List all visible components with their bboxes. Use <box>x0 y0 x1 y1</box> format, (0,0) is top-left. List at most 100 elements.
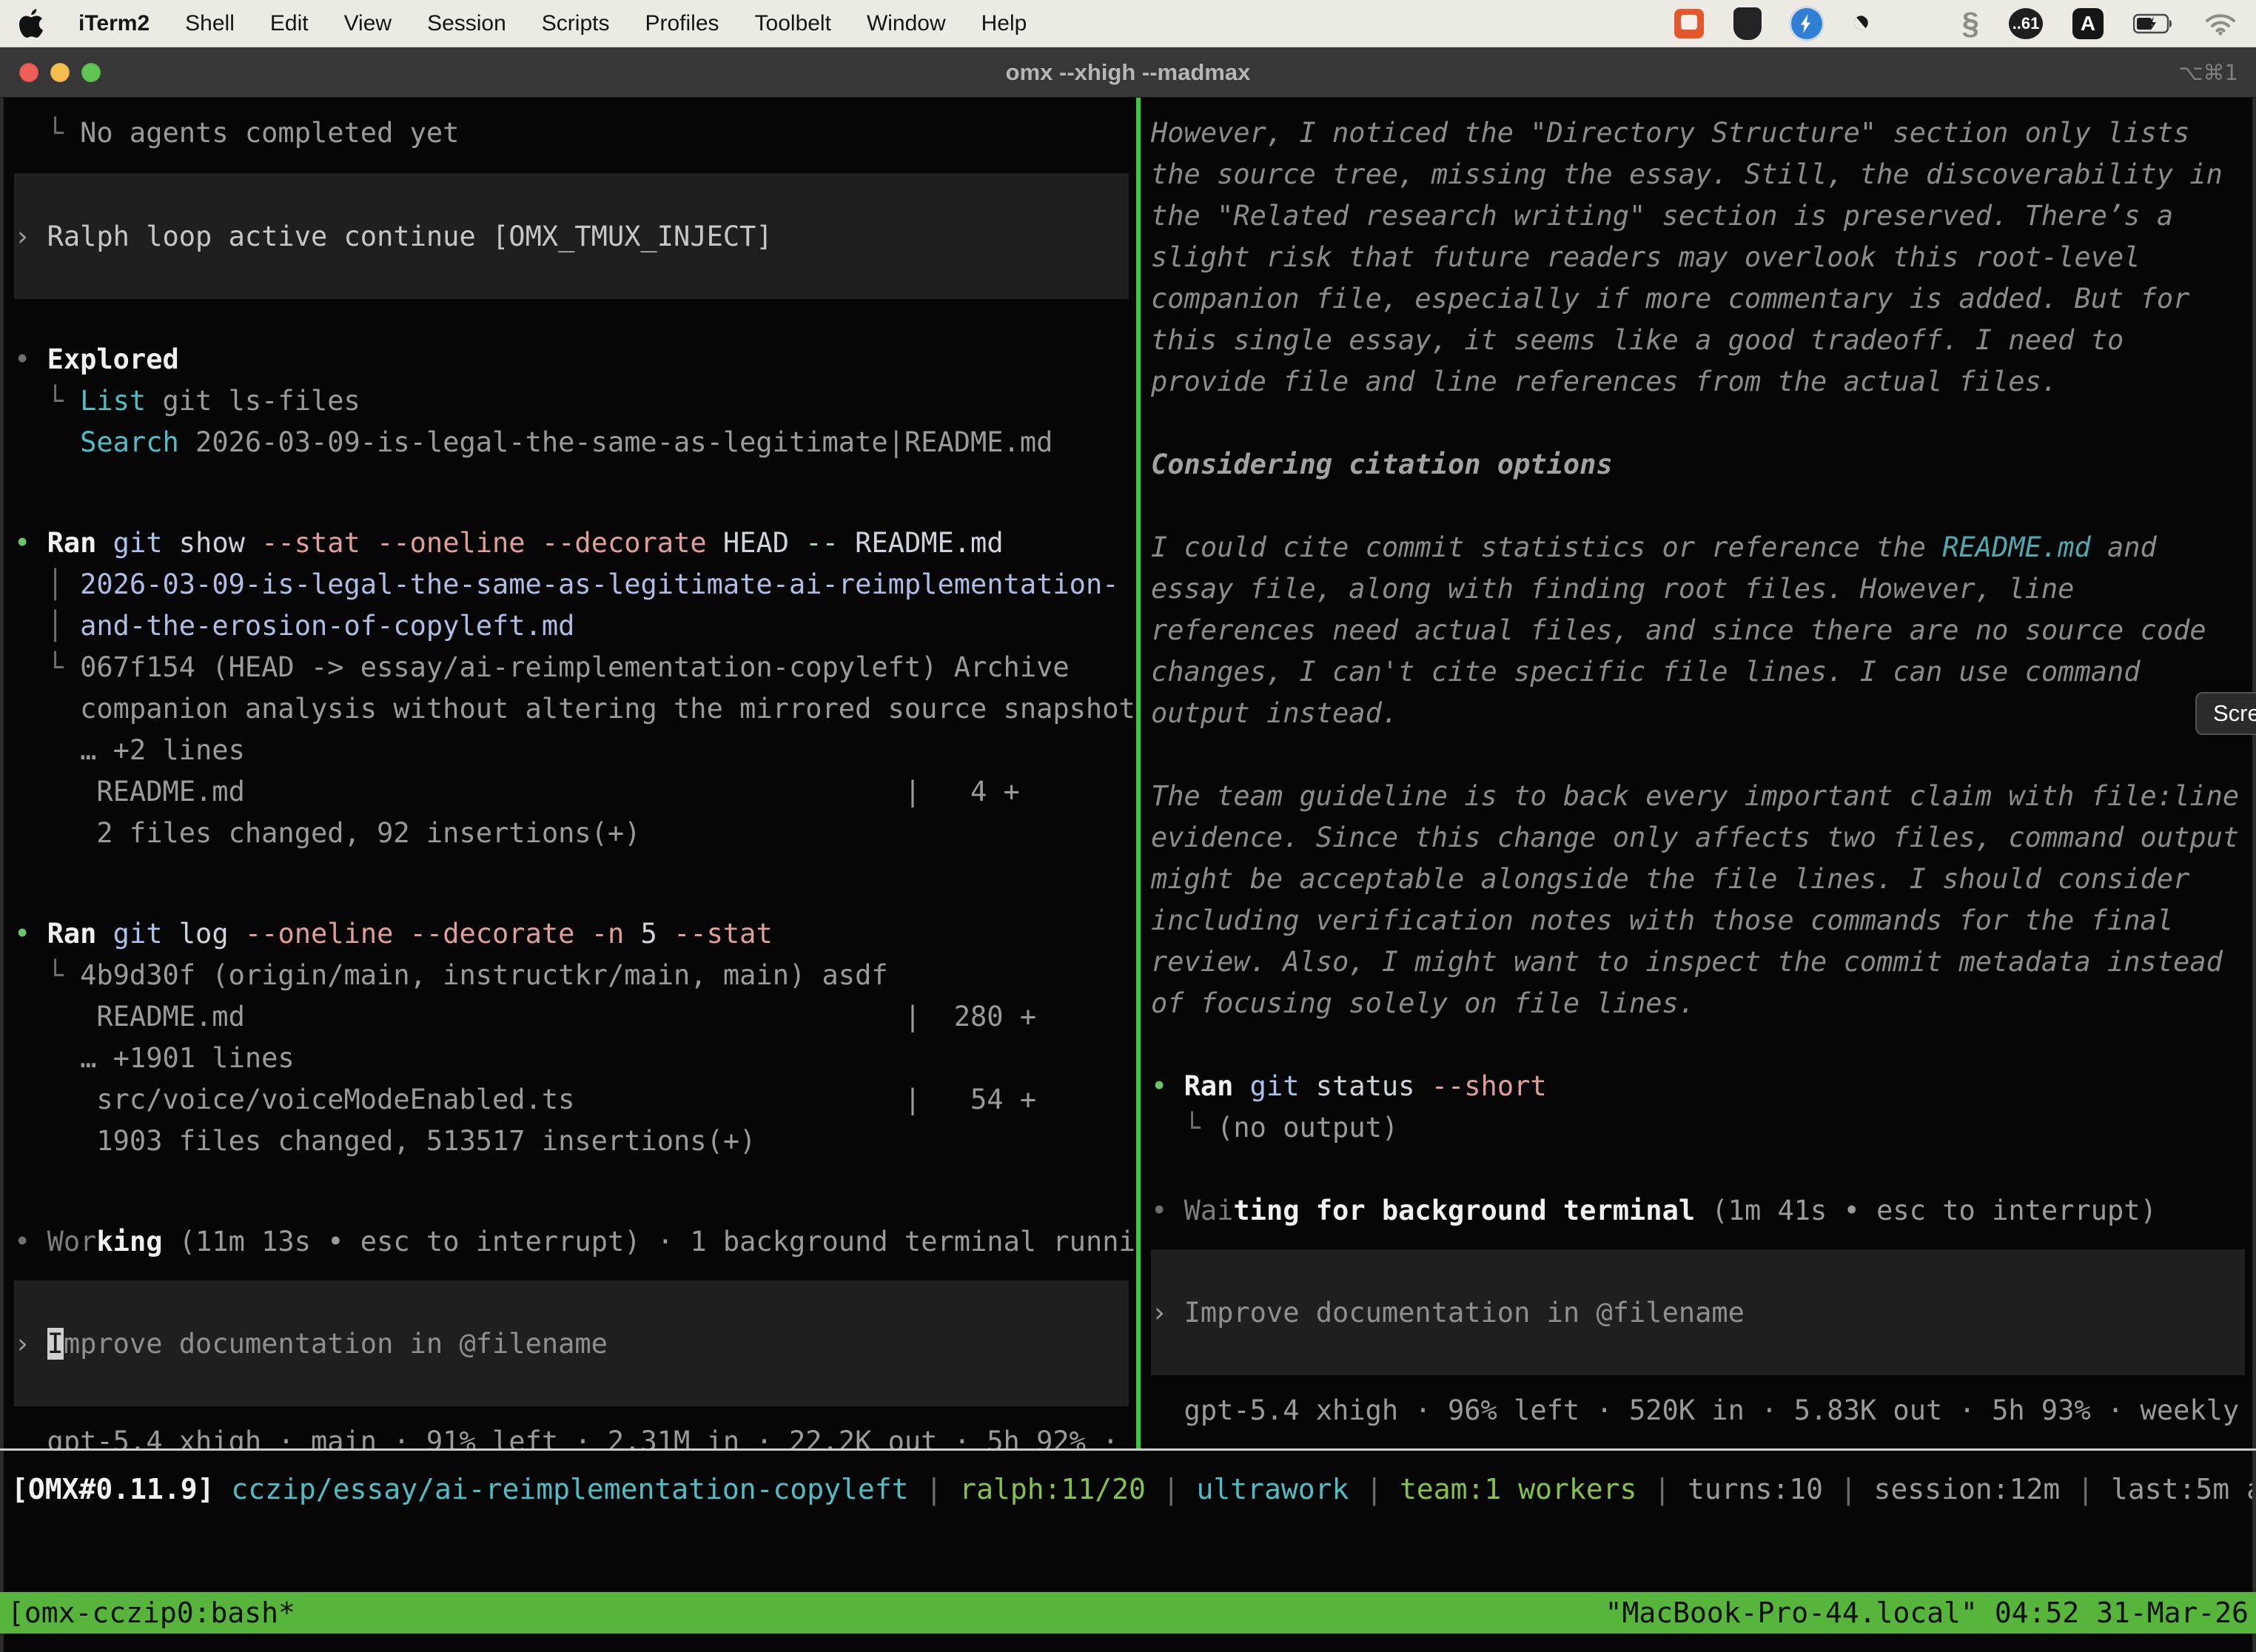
thinking-text-line: changes, I can't cite specific file line… <box>1151 651 2252 693</box>
thinking-text-line: essay file, along with finding root file… <box>1151 568 2252 610</box>
thinking-text-line: including verification notes with those … <box>1151 900 2252 941</box>
text-segment: | <box>909 1473 960 1505</box>
left-pane[interactable]: └ No agents completed yet › Ralph loop a… <box>4 98 1136 1448</box>
right-pane[interactable]: However, I noticed the "Directory Struct… <box>1141 98 2252 1448</box>
crescent-icon[interactable]: ◐ <box>1844 4 1880 42</box>
command-output-line: … +2 lines <box>14 730 1136 771</box>
text-segment: | <box>1146 1473 1197 1505</box>
window-shortcut-badge: ⌥⌘1 <box>2178 60 2238 85</box>
text-segment: Ran <box>1184 1070 1250 1102</box>
text-segment: … +2 lines <box>14 734 245 766</box>
text-segment: │ <box>14 610 80 642</box>
command-output-line: README.md | 4 + <box>14 771 1136 813</box>
tmux-panes: └ No agents completed yet › Ralph loop a… <box>4 98 2252 1448</box>
thinking-heading: Considering citation options <box>1151 444 2252 486</box>
menu-item-edit[interactable]: Edit <box>270 11 309 36</box>
text-segment: src/voice/voiceModeEnabled.ts | 54 + <box>14 1084 1036 1115</box>
text-segment: gpt-5.4 xhigh · main · 91% left · 2.31M … <box>14 1426 1136 1448</box>
text-segment: 1903 files changed, 513517 insertions(+) <box>14 1125 756 1157</box>
menu-item-toolbelt[interactable]: Toolbelt <box>755 11 831 36</box>
menu-item-iterm2[interactable]: iTerm2 <box>78 11 150 36</box>
text-segment: might be acceptable alongside the file l… <box>1151 863 2189 895</box>
text-segment: the source tree, missing the essay. Stil… <box>1151 158 2223 190</box>
text-segment: cczip/essay/ai-reimplementation-copyleft <box>231 1473 908 1505</box>
text-segment: 5 <box>641 918 674 950</box>
ran-git-status-line: • Ran git status --short <box>1151 1066 2252 1107</box>
letter-a-icon[interactable]: A <box>2072 8 2104 39</box>
text-segment: README.md | 280 + <box>14 1001 1036 1032</box>
blank-line <box>1151 1024 2252 1066</box>
text-segment: › <box>1151 1297 1184 1329</box>
text-segment: └ <box>14 959 80 991</box>
wifi-icon[interactable] <box>2204 12 2237 36</box>
bolt-badge-icon[interactable] <box>1791 8 1822 39</box>
text-segment: of focusing solely on file lines. <box>1151 987 1695 1019</box>
text-segment: README.md | 4 + <box>14 776 1020 807</box>
text-segment: references need actual files, and since … <box>1151 614 2206 646</box>
text-segment: The team guideline is to back every impo… <box>1151 780 2239 812</box>
text-segment: | <box>1349 1473 1400 1505</box>
working-status-line: • Working (11m 13s • esc to interrupt) ·… <box>14 1221 1136 1263</box>
command-output-line: 2 files changed, 92 insertions(+) <box>14 813 1136 854</box>
text-segment: 2026-03-09-is-legal-the-same-as-legitima… <box>179 426 1053 458</box>
menu-item-profiles[interactable]: Profiles <box>645 11 719 36</box>
text-segment: session:12m <box>1874 1473 2061 1505</box>
text-segment: │ <box>14 568 80 600</box>
battery-icon[interactable] <box>2133 13 2175 34</box>
tmux-host-clock-label: "MacBook-Pro-44.local" 04:52 31-Mar-26 <box>1605 1592 2249 1633</box>
text-segment: output instead. <box>1151 697 1398 729</box>
text-segment: essay file, along with finding root file… <box>1151 573 2074 605</box>
prompt-input[interactable]: › Improve documentation in @filename <box>14 1280 1129 1406</box>
blank-line <box>14 463 1136 523</box>
window-title-bar: omx --xhigh --madmax ⌥⌘1 <box>0 47 2256 98</box>
text-segment: --stat --oneline --decorate <box>261 527 723 559</box>
menu-item-view[interactable]: View <box>344 11 392 36</box>
status-separator <box>0 1448 2256 1451</box>
thinking-text-line: the "Related research writing" section i… <box>1151 195 2252 237</box>
thinking-text-line: slight risk that future readers may over… <box>1151 237 2252 278</box>
explored-line: • Explored <box>14 339 1136 380</box>
text-segment: this single essay, it seems like a good … <box>1151 324 2124 356</box>
menu-item-session[interactable]: Session <box>427 11 506 36</box>
menu-item-window[interactable]: Window <box>867 11 946 36</box>
text-segment: -- <box>805 527 855 559</box>
command-output-line: … +1901 lines <box>14 1038 1136 1079</box>
command-output-line: companion analysis without altering the … <box>14 688 1136 730</box>
dots-grid-icon[interactable] <box>1901 8 1933 39</box>
menu-item-scripts[interactable]: Scripts <box>542 11 610 36</box>
prompt-input[interactable]: › Ralph loop active continue [OMX_TMUX_I… <box>14 173 1129 299</box>
badge-61-icon[interactable]: ..61 <box>2009 8 2043 39</box>
command-output-line: └ 067f154 (HEAD -> essay/ai-reimplementa… <box>14 647 1136 688</box>
text-segment: └ <box>14 117 80 149</box>
text-segment: | <box>1636 1473 1688 1505</box>
squiggle-icon[interactable]: § <box>1962 6 1979 41</box>
apple-icon[interactable] <box>19 8 46 39</box>
tooltip-label: Scre <box>2213 700 2256 727</box>
command-output-line: src/voice/voiceModeEnabled.ts | 54 + <box>14 1079 1136 1121</box>
text-segment: 2026-03-09-is-legal-the-same-as-legitima… <box>80 568 1118 600</box>
text-segment: ting for background terminal <box>1233 1195 1695 1226</box>
text-segment: team:1 workers <box>1400 1473 1636 1505</box>
blank-line <box>1151 403 2252 444</box>
menu-item-help[interactable]: Help <box>981 11 1027 36</box>
menu-item-shell[interactable]: Shell <box>185 11 235 36</box>
thinking-text-line: output instead. <box>1151 693 2252 734</box>
text-segment: --stat <box>674 918 773 950</box>
screen-share-tooltip[interactable]: Scre <box>2195 692 2256 735</box>
tmux-session-label: [omx-cczip0:bash* <box>7 1592 295 1633</box>
text-segment: ralph:11/20 <box>959 1473 1146 1505</box>
text-segment: including verification notes with those … <box>1151 904 2173 936</box>
thinking-text-line: references need actual files, and since … <box>1151 610 2252 651</box>
prompt-input[interactable]: › Improve documentation in @filename <box>1151 1249 2245 1375</box>
text-segment: Ran <box>47 918 113 950</box>
shield-grid-icon[interactable] <box>1733 7 1762 40</box>
command-output-line: └ 4b9d30f (origin/main, instructkr/main,… <box>14 955 1136 996</box>
text-segment: • <box>14 1226 47 1258</box>
chat-icon[interactable] <box>1674 9 1704 38</box>
agents-status-line: └ No agents completed yet <box>14 113 1136 154</box>
session-stats-line: gpt-5.4 xhigh · main · 91% left · 2.31M … <box>14 1421 1136 1448</box>
text-segment: mprove documentation in @filename <box>64 1328 608 1360</box>
text-segment: 2 files changed, 92 insertions(+) <box>14 817 640 849</box>
text-segment: However, I noticed the "Directory Struct… <box>1151 117 2189 149</box>
text-segment: and-the-erosion-of-copyleft.md <box>80 610 574 642</box>
